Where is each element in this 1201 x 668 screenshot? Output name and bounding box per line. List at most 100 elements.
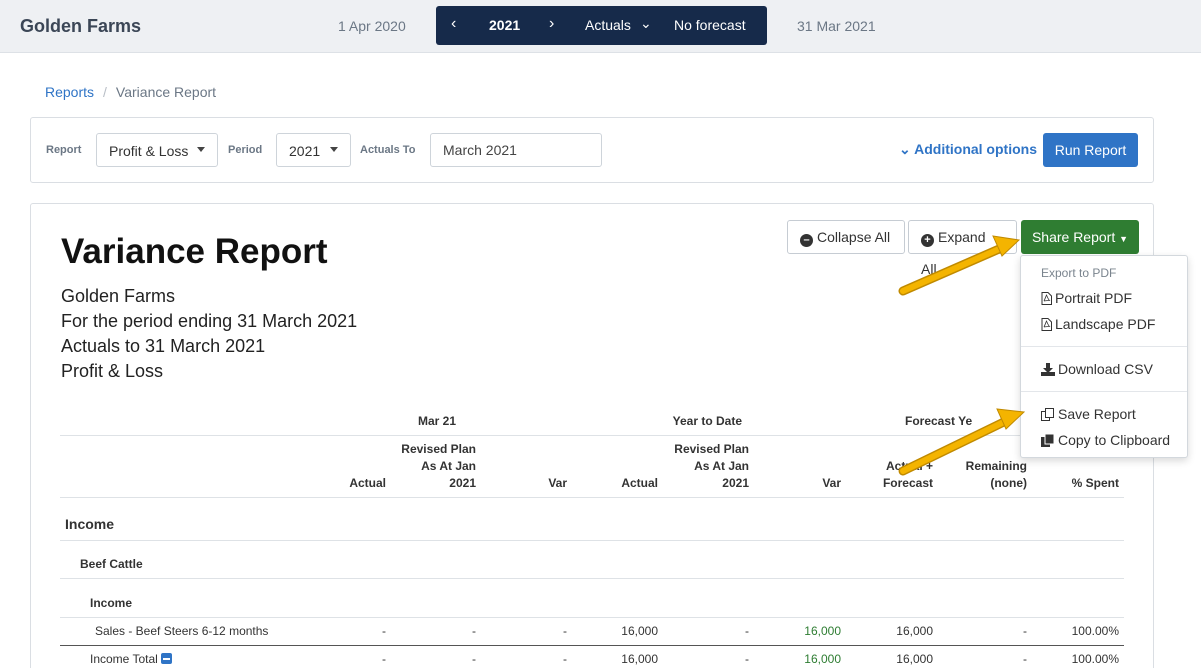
collapse-icon[interactable] <box>160 653 172 664</box>
table-cell: - <box>472 624 476 638</box>
row-divider <box>60 578 1124 579</box>
header-divider <box>60 435 1124 436</box>
col-var: Var <box>548 476 567 490</box>
section-income: Income <box>65 516 115 532</box>
col-ytd-actual: Actual <box>621 476 658 490</box>
actuals-to-input[interactable]: March 2021 <box>430 133 602 167</box>
share-report-menu: Export to PDF Portrait PDF Landscape PDF… <box>1020 255 1188 458</box>
top-bar: Golden Farms 1 Apr 2020 ‹ 2021 › Actuals… <box>0 0 1201 53</box>
table-cell: - <box>1023 624 1027 638</box>
col-revised-plan: Revised Plan As At Jan 2021 <box>401 442 476 490</box>
table-cell: 100.00% <box>1071 624 1119 638</box>
pdf-file-icon <box>1041 318 1052 331</box>
group-header-month: Mar 21 <box>417 414 456 428</box>
download-icon <box>1041 363 1055 376</box>
chevron-down-icon[interactable]: ⌄ <box>640 15 652 32</box>
forecast-selector[interactable]: No forecast <box>674 17 746 33</box>
collapse-all-label: Collapse All <box>817 229 891 245</box>
additional-options-label: Additional options <box>914 141 1037 157</box>
report-period: For the period ending 31 March 2021 <box>61 311 358 331</box>
row-label: Income Total <box>90 652 158 666</box>
period-select[interactable]: 2021 <box>276 133 351 167</box>
table-cell: 16,000 <box>621 652 658 666</box>
report-type-value: Profit & Loss <box>109 143 189 159</box>
pdf-file-icon <box>1041 292 1052 305</box>
report-company: Golden Farms <box>61 286 176 306</box>
group-header-ytd: Year to Date <box>672 414 742 428</box>
plus-circle-icon: + <box>921 234 934 247</box>
row-divider <box>60 617 1124 618</box>
col-ytd-var: Var <box>822 476 841 490</box>
caret-down-icon <box>197 147 205 152</box>
row-label: Sales - Beef Steers 6-12 months <box>95 624 269 638</box>
download-csv-item[interactable]: Download CSV <box>1041 361 1153 377</box>
table-cell: 16,000 <box>896 624 933 638</box>
portrait-pdf-item[interactable]: Portrait PDF <box>1041 290 1132 306</box>
table-cell: - <box>745 624 749 638</box>
save-report-label: Save Report <box>1058 406 1136 422</box>
table-cell: 16,000 <box>896 652 933 666</box>
report-type-select[interactable]: Profit & Loss <box>96 133 218 167</box>
period-navigator: ‹ 2021 › Actuals ⌄ No forecast <box>436 6 767 45</box>
expand-all-button[interactable]: + Expand All <box>908 220 1017 277</box>
year-label[interactable]: 2021 <box>489 17 520 33</box>
col-percent-spent: % Spent <box>1071 476 1119 490</box>
table-cell: - <box>563 652 567 666</box>
chevron-right-icon[interactable]: › <box>549 15 554 33</box>
table-cell: - <box>472 652 476 666</box>
period-value: 2021 <box>289 143 321 159</box>
report-title: Variance Report <box>61 232 328 271</box>
actuals-selector[interactable]: Actuals <box>585 17 631 33</box>
row-divider <box>60 540 1124 541</box>
share-report-button[interactable]: Share Report ▼ <box>1021 220 1139 254</box>
portrait-pdf-label: Portrait PDF <box>1055 290 1133 306</box>
copy-clipboard-item[interactable]: Copy to Clipboard <box>1041 432 1170 448</box>
report-type: Profit & Loss <box>61 361 164 381</box>
actuals-to-label: Actuals To <box>360 144 416 156</box>
table-cell: 16,000 <box>621 624 658 638</box>
clipboard-icon <box>1041 434 1055 447</box>
caret-down-icon <box>330 147 338 152</box>
group-income: Income <box>90 596 133 610</box>
landscape-pdf-label: Landscape PDF <box>1055 316 1156 332</box>
table-cell: 16,000 <box>804 652 841 666</box>
brand-name: Golden Farms <box>20 16 142 36</box>
export-pdf-header: Export to PDF <box>1041 266 1117 280</box>
chevron-left-icon[interactable]: ‹ <box>451 15 456 33</box>
table-cell: - <box>563 624 567 638</box>
row-label-income-total: Income Total <box>90 652 172 666</box>
menu-divider <box>1021 391 1187 392</box>
breadcrumb-current: Variance Report <box>115 84 217 100</box>
header-bottom-divider <box>60 497 1124 498</box>
copy-icon <box>1041 408 1054 421</box>
table-cell: - <box>1023 652 1027 666</box>
chevron-down-icon: ⌄ <box>899 141 915 157</box>
table-cell: - <box>382 652 386 666</box>
report-filters: Report Profit & Loss Period 2021 Actuals… <box>30 117 1154 183</box>
period-label: Period <box>228 144 263 156</box>
report-label: Report <box>46 144 82 156</box>
table-cell: - <box>382 624 386 638</box>
download-csv-label: Download CSV <box>1058 361 1153 377</box>
additional-options-toggle[interactable]: ⌄ Additional options <box>899 141 1037 158</box>
collapse-all-button[interactable]: – Collapse All <box>787 220 905 254</box>
share-report-label: Share Report <box>1031 229 1116 245</box>
run-report-button[interactable]: Run Report <box>1043 133 1138 167</box>
breadcrumb-separator: / <box>103 84 107 100</box>
period-start-date: 1 Apr 2020 <box>338 18 406 34</box>
report-actuals-to: Actuals to 31 March 2021 <box>61 336 266 356</box>
breadcrumb-reports-link[interactable]: Reports <box>45 84 94 100</box>
copy-clipboard-label: Copy to Clipboard <box>1058 432 1171 448</box>
subsection-beef-cattle: Beef Cattle <box>80 557 143 571</box>
col-actual-forecast: Actual + Forecast <box>882 459 933 490</box>
breadcrumb: Reports / Variance Report <box>45 84 216 100</box>
minus-circle-icon: – <box>800 234 813 247</box>
landscape-pdf-item[interactable]: Landscape PDF <box>1041 316 1155 332</box>
menu-divider <box>1021 346 1187 347</box>
col-remaining: Remaining (none) <box>965 459 1027 490</box>
save-report-item[interactable]: Save Report <box>1041 406 1136 422</box>
caret-down-icon: ▼ <box>1119 234 1129 244</box>
table-cell: - <box>745 652 749 666</box>
table-cell: 16,000 <box>804 624 841 638</box>
table-cell: 100.00% <box>1071 652 1119 666</box>
